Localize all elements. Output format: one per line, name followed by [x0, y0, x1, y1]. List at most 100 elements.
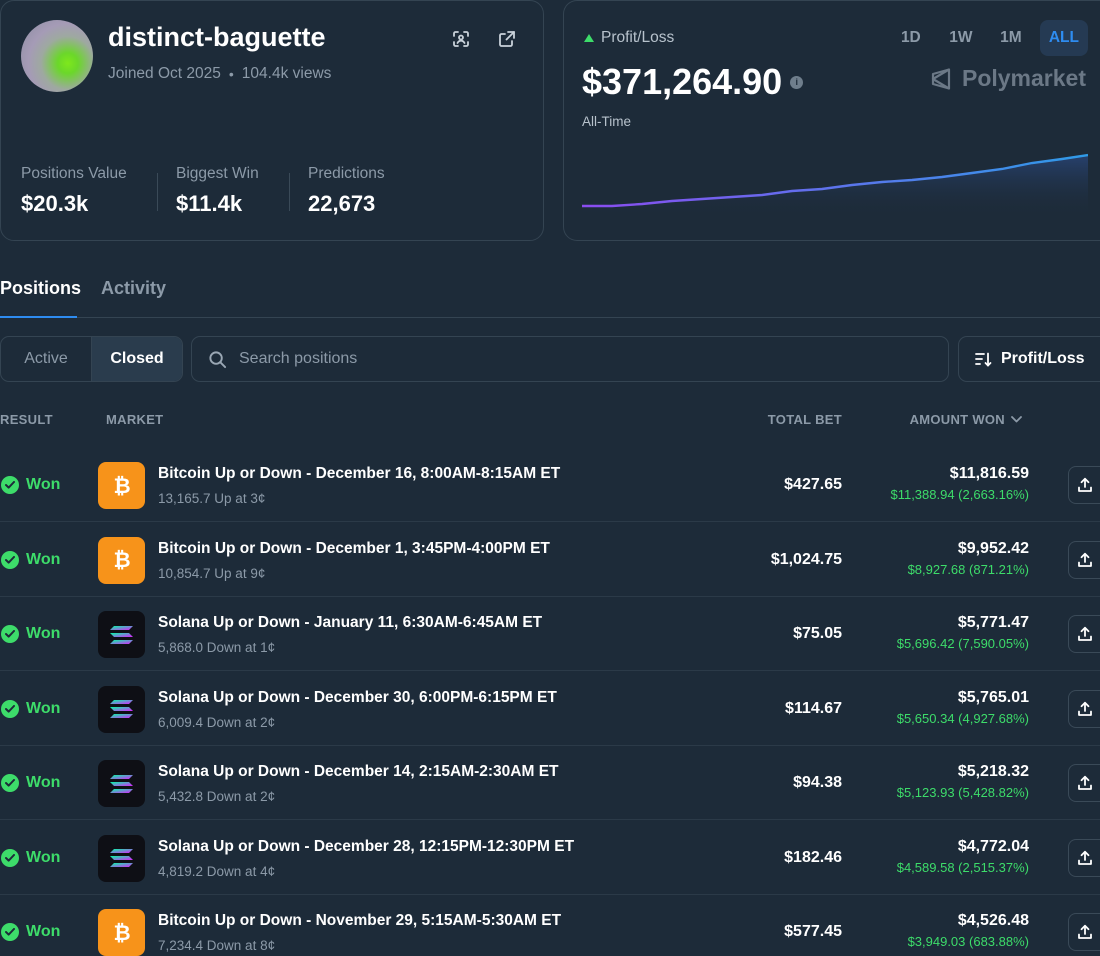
result-label: Won [26, 625, 61, 642]
timeframe-selector: 1D 1W 1M ALL [890, 20, 1088, 56]
amount-cell: $4,772.04 $4,589.58 (2,515.37%) [897, 838, 1029, 875]
timeframe-1d[interactable]: 1D [890, 20, 932, 56]
share-button[interactable] [1068, 540, 1100, 579]
share-icon [1077, 552, 1092, 567]
stat-divider [157, 173, 158, 211]
pnl-label-row: Profit/Loss [584, 29, 674, 47]
timeframe-all[interactable]: ALL [1039, 20, 1088, 56]
timeframe-1w[interactable]: 1W [940, 20, 982, 56]
polymarket-logo: Polymarket [929, 65, 1086, 92]
search-input[interactable] [239, 350, 948, 368]
avatar [21, 20, 93, 92]
info-icon[interactable]: i [790, 75, 804, 89]
amount-won: $5,765.01 [957, 688, 1029, 706]
bitcoin-market-icon: ₿ [98, 462, 145, 509]
scan-icon[interactable] [450, 28, 472, 50]
search-icon [209, 350, 227, 368]
filter-active-button[interactable]: Active [1, 337, 91, 381]
stat-value: 22,673 [308, 191, 376, 216]
table-row[interactable]: Won Solana Up or Down - January 11, 6:30… [0, 597, 1100, 671]
result-label: Won [26, 923, 61, 940]
market-title[interactable]: Bitcoin Up or Down - November 29, 5:15AM… [158, 912, 561, 930]
svg-text:₿: ₿ [113, 921, 130, 945]
solana-market-icon [98, 611, 145, 658]
portfolio-page: distinct-baguette Joined Oct 2025 • 104.… [0, 0, 1100, 956]
table-row[interactable]: Won Solana Up or Down - December 14, 2:1… [0, 746, 1100, 820]
share-button[interactable] [1068, 913, 1100, 951]
check-circle-icon [1, 774, 19, 792]
amount-cell: $11,816.59 $11,388.94 (2,663.16%) [890, 465, 1029, 502]
amount-gain: $3,949.03 (683.88%) [907, 934, 1029, 949]
market-shares: 13,165.7 Up at 3¢ [158, 491, 266, 506]
amount-gain: $4,589.58 (2,515.37%) [896, 859, 1029, 875]
stat-value: $20.3k [21, 191, 89, 216]
profile-card: distinct-baguette Joined Oct 2025 • 104.… [0, 0, 544, 241]
market-title[interactable]: Solana Up or Down - December 28, 12:15PM… [158, 838, 574, 856]
username: distinct-baguette [108, 22, 326, 52]
header-amount-won[interactable]: AMOUNT WON [910, 412, 1022, 427]
result-label: Won [26, 848, 61, 866]
amount-gain: $11,388.94 (2,663.16%) [890, 487, 1029, 502]
header-amount-won-label: AMOUNT WON [909, 412, 1005, 427]
result-cell: Won [1, 923, 60, 941]
amount-won: $11,816.59 [949, 465, 1029, 482]
pnl-value-row: $371,264.90 i [582, 61, 804, 103]
share-button[interactable] [1068, 466, 1100, 504]
stat-label: Biggest Win [176, 165, 259, 182]
tab-activity[interactable]: Activity [101, 278, 166, 299]
market-title[interactable]: Bitcoin Up or Down - December 16, 8:00AM… [158, 465, 560, 483]
share-button[interactable] [1068, 764, 1100, 802]
result-cell: Won [1, 699, 60, 718]
result-cell: Won [1, 848, 61, 867]
solana-icon [109, 849, 133, 867]
meta-separator: • [228, 66, 234, 82]
share-button[interactable] [1068, 689, 1100, 728]
table-row[interactable]: Won ₿ Bitcoin Up or Down - November 29, … [0, 895, 1100, 956]
profile-meta: Joined Oct 2025 • 104.4k views [108, 65, 331, 83]
check-circle-icon [1, 699, 19, 718]
market-shares: 10,854.7 Up at 9¢ [158, 565, 266, 581]
share-icon [1077, 701, 1092, 716]
share-icon [1077, 924, 1092, 939]
result-label: Won [26, 550, 61, 568]
check-circle-icon [1, 625, 19, 643]
amount-gain: $5,696.42 (7,590.05%) [896, 636, 1029, 651]
table-row[interactable]: Won Solana Up or Down - December 30, 6:0… [0, 672, 1100, 746]
stat-positions-value: Positions Value $20.3k [21, 165, 127, 217]
amount-won: $4,526.48 [957, 912, 1029, 929]
bitcoin-icon: ₿ [113, 474, 130, 498]
total-bet: $182.46 [784, 848, 842, 866]
market-title[interactable]: Bitcoin Up or Down - December 1, 3:45PM-… [158, 540, 550, 558]
check-circle-icon [1, 848, 19, 867]
share-button[interactable] [1068, 615, 1100, 653]
market-title[interactable]: Solana Up or Down - December 14, 2:15AM-… [158, 763, 559, 781]
solana-market-icon [98, 760, 145, 807]
external-link-icon[interactable] [496, 28, 518, 50]
amount-cell: $5,218.32 $5,123.93 (5,428.82%) [897, 763, 1029, 800]
header-result: RESULT [0, 412, 53, 427]
sparkline-area [582, 155, 1088, 217]
table-row[interactable]: Won ₿ Bitcoin Up or Down - December 1, 3… [0, 523, 1100, 597]
amount-gain: $5,650.34 (4,927.68%) [896, 710, 1029, 726]
filter-closed-button[interactable]: Closed [91, 337, 182, 381]
sort-button[interactable]: Profit/Loss [958, 336, 1100, 382]
market-title[interactable]: Solana Up or Down - December 30, 6:00PM-… [158, 689, 557, 707]
header-total-bet[interactable]: TOTAL BET [768, 412, 842, 427]
stat-biggest-win: Biggest Win $11.4k [176, 165, 259, 217]
table-row[interactable]: Won Solana Up or Down - December 28, 12:… [0, 821, 1100, 895]
table-row[interactable]: Won ₿ Bitcoin Up or Down - December 16, … [0, 448, 1100, 522]
tab-positions[interactable]: Positions [0, 278, 81, 299]
bitcoin-icon: ₿ [113, 548, 130, 572]
market-title[interactable]: Solana Up or Down - January 11, 6:30AM-6… [158, 614, 542, 632]
result-cell: Won [1, 625, 60, 643]
chevron-down-icon [1011, 416, 1022, 423]
market-shares: 4,819.2 Down at 4¢ [158, 863, 276, 879]
timeframe-1m[interactable]: 1M [990, 20, 1032, 56]
share-button[interactable] [1068, 838, 1100, 877]
share-icon [1077, 775, 1092, 790]
bitcoin-icon: ₿ [113, 921, 130, 945]
share-icon [1077, 850, 1092, 865]
trend-up-icon [584, 34, 594, 42]
pnl-card: Profit/Loss 1D 1W 1M ALL $371,264.90 i A… [563, 0, 1100, 241]
market-shares: 7,234.4 Down at 8¢ [158, 938, 276, 953]
